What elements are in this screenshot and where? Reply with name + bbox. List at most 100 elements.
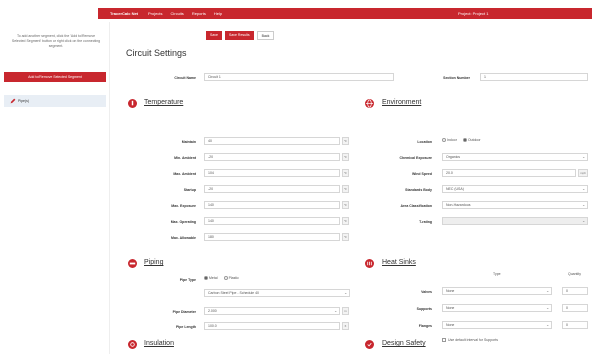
temp-unit-max-operating: °F <box>342 217 349 225</box>
default-supports-label: Use default interval for Supports <box>448 338 498 342</box>
heat-sinks-quantity-header: Quantity <box>568 272 582 276</box>
chemical-exposure-select[interactable]: Organics <box>442 153 588 161</box>
temp-input-max-allowable[interactable]: 180 <box>204 233 340 241</box>
temp-input-min-ambient[interactable]: -20 <box>204 153 340 161</box>
heat-sinks-title: Heat Sinks <box>382 259 416 266</box>
nav-reports[interactable]: Reports <box>192 11 206 16</box>
save-results-button[interactable]: Save Results <box>224 31 254 40</box>
tree-item-pipes[interactable]: Pipe(s) <box>4 95 106 107</box>
temp-unit-min-ambient: °F <box>342 153 349 161</box>
save-button[interactable]: Save <box>206 31 222 40</box>
wind-speed-label: Wind Speed <box>412 172 432 176</box>
temp-unit-max-allowable: °F <box>342 233 349 241</box>
heat-sinks-type-header: Type <box>493 272 501 276</box>
toolbar: Save Save Results Back <box>206 31 275 40</box>
current-project[interactable]: Project: Project 1 <box>458 11 488 16</box>
chevron-down-icon: ⌄ <box>546 288 550 293</box>
temp-unit-max-exposure: °F <box>342 201 349 209</box>
supports-quantity-input[interactable]: 0 <box>562 304 588 312</box>
pipe-diameter-select[interactable]: 2.000 <box>204 307 340 315</box>
t-rating-label: T-rating <box>419 220 432 224</box>
temp-input-max-ambient[interactable]: 104 <box>204 169 340 177</box>
pipe-icon <box>128 259 137 268</box>
chevron-down-icon: ⌄ <box>582 154 586 159</box>
temp-label-max-operating: Max. Operating <box>170 220 196 224</box>
default-supports-checkbox[interactable]: Use default interval for Supports <box>442 338 498 342</box>
temp-input-maintain[interactable]: 40 <box>204 137 340 145</box>
chevron-down-icon: ⌄ <box>546 305 550 310</box>
pipe-diameter-label: Pipe Diameter <box>172 310 196 314</box>
flanges-quantity-input[interactable]: 0 <box>562 321 588 329</box>
pipe-length-unit: ft <box>342 322 349 330</box>
sidebar: To add another segment, click the 'Add t… <box>0 22 110 354</box>
circuit-name-label: Circuit Name <box>174 76 196 80</box>
insulation-icon <box>128 340 137 349</box>
nav-circuits[interactable]: Circuits <box>170 11 183 16</box>
temp-unit-maintain: °F <box>342 137 349 145</box>
wind-speed-input[interactable]: 20.0 <box>442 169 576 177</box>
chevron-down-icon: ⌄ <box>582 218 586 223</box>
temp-input-max-exposure[interactable]: 140 <box>204 201 340 209</box>
flanges-label: Flanges <box>418 324 432 328</box>
temp-label-max-ambient: Max. Ambient <box>173 172 196 176</box>
location-label: Location <box>417 140 432 144</box>
temp-label-maintain: Maintain <box>181 140 196 144</box>
add-remove-segment-button[interactable]: Add to/Remove Selected Segment <box>4 72 106 82</box>
chevron-down-icon: ⌄ <box>546 322 550 327</box>
standards-body-label: Standards Body <box>405 188 432 192</box>
chevron-down-icon: ⌄ <box>344 290 348 295</box>
temp-input-max-operating[interactable]: 140 <box>204 217 340 225</box>
valves-type-select[interactable]: None <box>442 287 552 295</box>
valves-quantity-input[interactable]: 0 <box>562 287 588 295</box>
temp-label-max-allowable: Max. Allowable <box>171 236 196 240</box>
chevron-down-icon: ⌄ <box>582 202 586 207</box>
area-classification-select[interactable]: Non-Hazardous <box>442 201 588 209</box>
circuit-name-input[interactable]: Circuit 1 <box>204 73 394 81</box>
pipe-length-input[interactable]: 100.0 <box>204 322 340 330</box>
t-rating-select[interactable] <box>442 217 588 225</box>
chevron-down-icon: ⌄ <box>582 186 586 191</box>
temp-label-max-exposure: Max. Exposure <box>171 204 196 208</box>
pipe-length-label: Pipe Length <box>175 325 196 329</box>
environment-title: Environment <box>382 99 422 106</box>
navbar: TracerCalc Net Projects Circuits Reports… <box>98 8 592 19</box>
globe-icon <box>365 99 374 108</box>
pencil-icon <box>10 98 16 104</box>
back-button[interactable]: Back <box>256 31 275 40</box>
location-outdoor[interactable]: Outdoor <box>462 138 481 143</box>
pipe-material-select[interactable]: Carbon Steel Pipe - Schedule 40 <box>204 289 350 297</box>
location-radio-group: Indoor Outdoor <box>442 138 481 143</box>
pipe-type-plastic[interactable]: Plastic <box>223 276 239 281</box>
check-shield-icon <box>365 340 374 349</box>
standards-body-select[interactable]: NEC (USA) <box>442 185 588 193</box>
temp-label-min-ambient: Min. Ambient <box>174 156 196 160</box>
insulation-title: Insulation <box>144 340 174 347</box>
section-number-input[interactable]: 1 <box>480 73 588 81</box>
nav-help[interactable]: Help <box>214 11 222 16</box>
temp-input-startup[interactable]: -20 <box>204 185 340 193</box>
supports-label: Supports <box>416 307 432 311</box>
pipe-diameter-unit: in <box>342 307 349 315</box>
page-title: Circuit Settings <box>126 48 187 58</box>
design-safety-title: Design Safety <box>382 340 426 347</box>
temp-unit-max-ambient: °F <box>342 169 349 177</box>
temperature-title: Temperature <box>144 99 184 106</box>
temp-unit-startup: °F <box>342 185 349 193</box>
pipe-type-radio-group: Metal Plastic <box>204 276 239 281</box>
wind-speed-unit: mph <box>578 169 588 177</box>
brand-link[interactable]: TracerCalc Net <box>110 11 138 16</box>
location-indoor[interactable]: Indoor <box>442 138 457 143</box>
valves-label: Valves <box>421 290 432 294</box>
flanges-type-select[interactable]: None <box>442 321 552 329</box>
pipe-type-metal[interactable]: Metal <box>204 276 218 281</box>
nav-projects[interactable]: Projects <box>148 11 162 16</box>
area-classification-label: Area Classification <box>400 204 432 208</box>
checkbox-box <box>442 338 446 342</box>
pipe-type-label: Pipe Type <box>179 278 196 282</box>
tree-item-label: Pipe(s) <box>18 99 30 103</box>
thermometer-icon <box>128 99 137 108</box>
chevron-down-icon: ⌄ <box>334 308 338 313</box>
piping-title: Piping <box>144 259 164 266</box>
chemical-exposure-label: Chemical Exposure <box>399 156 432 160</box>
supports-type-select[interactable]: None <box>442 304 552 312</box>
